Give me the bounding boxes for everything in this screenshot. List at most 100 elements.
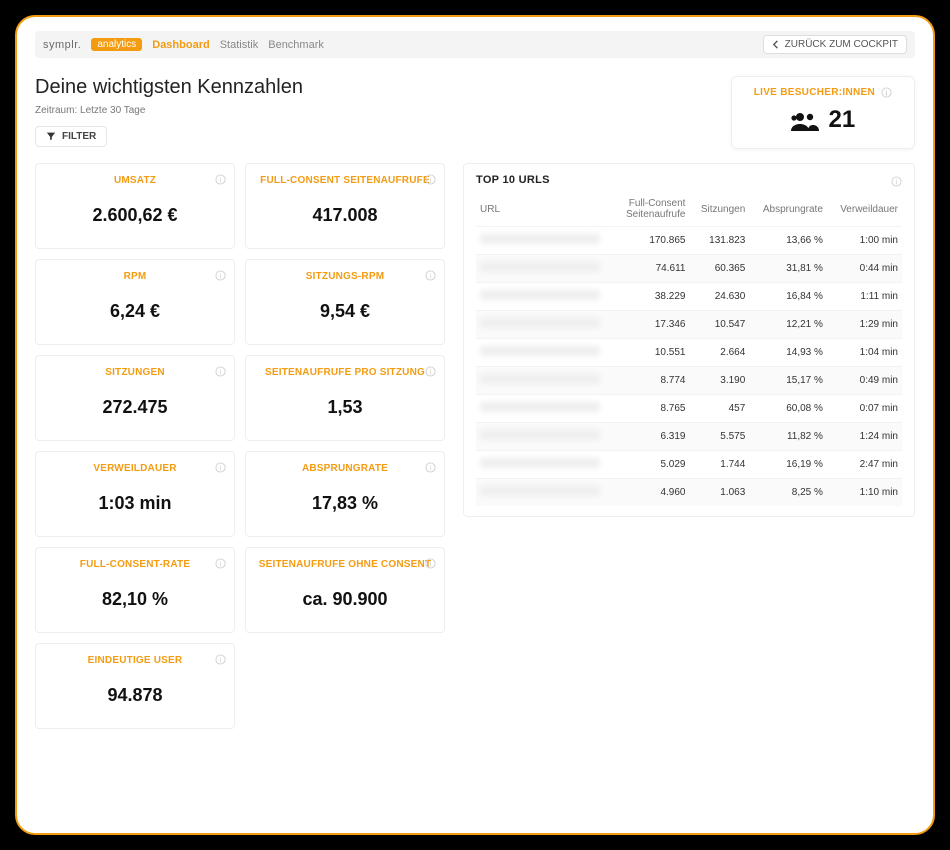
svg-text:i: i <box>220 464 222 473</box>
cell-url <box>476 227 622 255</box>
kpi-card-value: 9,54 € <box>256 301 434 322</box>
kpi-card-value: 2.600,62 € <box>46 205 224 226</box>
info-icon[interactable]: i <box>215 460 226 474</box>
kpi-card-title: UMSATZ <box>46 174 224 187</box>
col-duration[interactable]: Verweildauer <box>827 192 902 227</box>
cell-bounce: 8,25 % <box>749 479 827 507</box>
kpi-card[interactable]: iSEITENAUFRUFE PRO SITZUNG1,53 <box>245 355 445 441</box>
back-to-cockpit-button[interactable]: ZURÜCK ZUM COCKPIT <box>763 35 907 54</box>
kpi-card-value: 94.878 <box>46 685 224 706</box>
svg-text:i: i <box>220 272 222 281</box>
info-icon[interactable]: i <box>425 556 436 570</box>
cell-sessions: 2.664 <box>689 339 749 367</box>
cell-fullconsent: 6.319 <box>622 423 690 451</box>
cell-sessions: 131.823 <box>689 227 749 255</box>
svg-text:i: i <box>430 464 432 473</box>
kpi-card[interactable]: iSEITENAUFRUFE OHNE CONSENTca. 90.900 <box>245 547 445 633</box>
table-row[interactable]: 4.9601.0638,25 %1:10 min <box>476 479 902 507</box>
info-icon[interactable]: i <box>425 460 436 474</box>
cell-duration: 1:10 min <box>827 479 902 507</box>
svg-text:i: i <box>430 368 432 377</box>
kpi-card[interactable]: iABSPRUNGRATE 17,83 % <box>245 451 445 537</box>
col-sessions[interactable]: Sitzungen <box>689 192 749 227</box>
kpi-card-value: 6,24 € <box>46 301 224 322</box>
info-icon[interactable]: i <box>425 172 436 186</box>
top-urls-panel: i TOP 10 URLS URL Full-Consent Seitenauf… <box>463 163 915 517</box>
cell-url <box>476 479 622 507</box>
info-icon[interactable]: i <box>215 364 226 378</box>
app-frame: symplr. analytics Dashboard Statistik Be… <box>15 15 935 835</box>
kpi-card[interactable]: iVERWEILDAUER1:03 min <box>35 451 235 537</box>
cell-duration: 0:07 min <box>827 395 902 423</box>
filter-button-label: FILTER <box>62 131 96 142</box>
col-url[interactable]: URL <box>476 192 622 227</box>
kpi-card[interactable]: iRPM6,24 € <box>35 259 235 345</box>
kpi-card-value: 272.475 <box>46 397 224 418</box>
nav-benchmark[interactable]: Benchmark <box>268 39 324 51</box>
kpi-card[interactable]: iEINDEUTIGE USER94.878 <box>35 643 235 729</box>
table-row[interactable]: 8.7743.19015,17 %0:49 min <box>476 367 902 395</box>
kpi-card-title: ABSPRUNGRATE <box>256 462 434 475</box>
info-icon[interactable]: i <box>215 556 226 570</box>
info-icon[interactable]: i <box>215 652 226 666</box>
kpi-card[interactable]: iSITZUNGS-RPM9,54 € <box>245 259 445 345</box>
info-icon[interactable]: i <box>425 268 436 282</box>
kpi-card-title: SEITENAUFRUFE PRO SITZUNG <box>256 366 434 379</box>
info-icon[interactable]: i <box>425 364 436 378</box>
col-fullconsent[interactable]: Full-Consent Seitenaufrufe <box>622 192 690 227</box>
svg-text:i: i <box>220 656 222 665</box>
info-icon[interactable]: i <box>215 268 226 282</box>
table-row[interactable]: 5.0291.74416,19 %2:47 min <box>476 451 902 479</box>
header-row: Deine wichtigsten Kennzahlen Zeitraum: L… <box>35 76 915 149</box>
cell-fullconsent: 5.029 <box>622 451 690 479</box>
cell-sessions: 457 <box>689 395 749 423</box>
cell-duration: 0:44 min <box>827 255 902 283</box>
cell-sessions: 1.744 <box>689 451 749 479</box>
col-bounce[interactable]: Absprungrate <box>749 192 827 227</box>
cell-sessions: 24.630 <box>689 283 749 311</box>
kpi-card[interactable]: iUMSATZ 2.600,62 € <box>35 163 235 249</box>
svg-text:i: i <box>430 272 432 281</box>
cell-bounce: 13,66 % <box>749 227 827 255</box>
table-row[interactable]: 10.5512.66414,93 %1:04 min <box>476 339 902 367</box>
cell-fullconsent: 4.960 <box>622 479 690 507</box>
cell-fullconsent: 8.774 <box>622 367 690 395</box>
cell-url <box>476 367 622 395</box>
kpi-card-title: VERWEILDAUER <box>46 462 224 475</box>
kpi-card[interactable]: iFULL-CONSENT SEITENAUFRUFE417.008 <box>245 163 445 249</box>
table-row[interactable]: 8.76545760,08 %0:07 min <box>476 395 902 423</box>
table-row[interactable]: 170.865131.82313,66 %1:00 min <box>476 227 902 255</box>
cell-url <box>476 339 622 367</box>
svg-text:i: i <box>885 88 887 97</box>
table-row[interactable]: 6.3195.57511,82 %1:24 min <box>476 423 902 451</box>
brand-badge: analytics <box>91 38 142 51</box>
kpi-cards-grid: iUMSATZ2.600,62 €iFULL-CONSENT SEITENAUF… <box>35 163 445 729</box>
cell-fullconsent: 10.551 <box>622 339 690 367</box>
cell-bounce: 11,82 % <box>749 423 827 451</box>
cell-fullconsent: 74.611 <box>622 255 690 283</box>
table-row[interactable]: 38.22924.63016,84 %1:11 min <box>476 283 902 311</box>
info-icon[interactable]: i <box>891 174 902 188</box>
kpi-card-value: 417.008 <box>256 205 434 226</box>
svg-text:i: i <box>220 560 222 569</box>
cell-url <box>476 255 622 283</box>
nav-statistik[interactable]: Statistik <box>220 39 259 51</box>
cell-sessions: 3.190 <box>689 367 749 395</box>
kpi-card[interactable]: iFULL-CONSENT-RATE82,10 % <box>35 547 235 633</box>
svg-text:i: i <box>896 178 898 187</box>
kpi-card-title: SEITENAUFRUFE OHNE CONSENT <box>256 558 434 571</box>
filter-button[interactable]: FILTER <box>35 126 107 147</box>
cell-duration: 1:00 min <box>827 227 902 255</box>
svg-text:i: i <box>430 560 432 569</box>
nav-dashboard[interactable]: Dashboard <box>152 39 209 51</box>
info-icon[interactable]: i <box>881 87 892 98</box>
cell-sessions: 60.365 <box>689 255 749 283</box>
info-icon[interactable]: i <box>215 172 226 186</box>
kpi-card[interactable]: iSITZUNGEN272.475 <box>35 355 235 441</box>
table-row[interactable]: 17.34610.54712,21 %1:29 min <box>476 311 902 339</box>
cell-duration: 1:04 min <box>827 339 902 367</box>
table-row[interactable]: 74.61160.36531,81 %0:44 min <box>476 255 902 283</box>
kpi-card-value: 82,10 % <box>46 589 224 610</box>
kpi-card-value: 17,83 % <box>256 493 434 514</box>
cell-url <box>476 311 622 339</box>
